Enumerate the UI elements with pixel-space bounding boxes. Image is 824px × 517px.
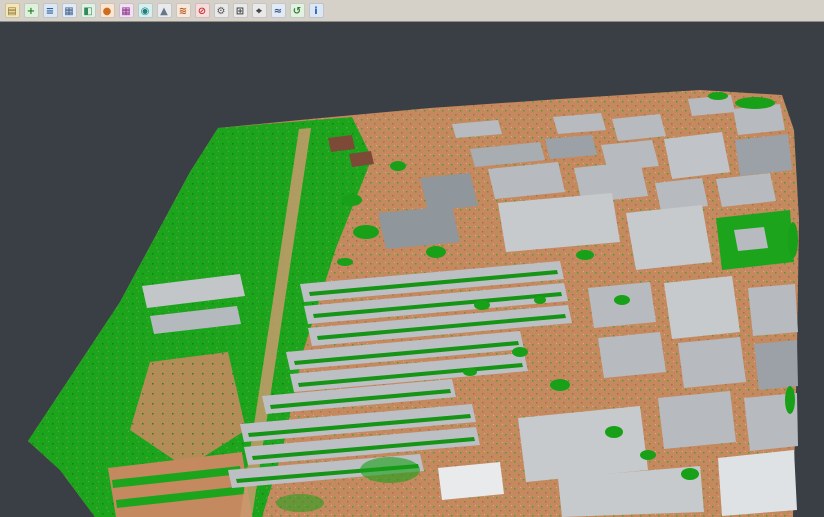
building (718, 450, 797, 516)
image-view-icon[interactable]: ◧ (79, 2, 97, 20)
profile-icon[interactable]: ≈ (269, 2, 287, 20)
globe-icon[interactable]: ◉ (136, 2, 154, 20)
tree-cluster (681, 468, 699, 480)
orbit-view-icon[interactable]: ↺ (288, 2, 306, 20)
building (378, 206, 460, 249)
toolbar: ▤ + ≡ ▦ ◧ ● ▦ ◉ ▲ ≋ ⊘ ⚙ ⊞ ⌖ ≈ ↺ i (0, 0, 824, 22)
info-icon-glyph: i (309, 3, 324, 18)
building (658, 391, 736, 449)
tree-cluster (534, 296, 546, 304)
tree-cluster (463, 368, 477, 376)
scene-svg (0, 22, 824, 517)
building (498, 193, 620, 252)
contour-icon[interactable]: ≋ (174, 2, 192, 20)
color-palette-icon-glyph: ● (100, 3, 115, 18)
contour-icon-glyph: ≋ (176, 3, 191, 18)
settings-icon[interactable]: ⚙ (212, 2, 230, 20)
scene-layer (28, 90, 799, 517)
tree-cluster (605, 426, 623, 438)
classification-icon-glyph: ▦ (119, 3, 134, 18)
tree-cluster (337, 258, 353, 266)
extent-icon[interactable]: ⊞ (231, 2, 249, 20)
tree-cluster (708, 92, 728, 100)
table-icon-glyph: ▦ (62, 3, 77, 18)
tree-cluster (785, 386, 795, 414)
color-palette-icon[interactable]: ● (98, 2, 116, 20)
add-data-icon-glyph: + (24, 3, 39, 18)
layers-icon-glyph: ≡ (43, 3, 58, 18)
open-folder-icon-glyph: ▤ (5, 3, 20, 18)
orbit-view-icon-glyph: ↺ (290, 3, 305, 18)
building (735, 134, 792, 176)
exclude-icon[interactable]: ⊘ (193, 2, 211, 20)
building (518, 406, 648, 482)
building (748, 284, 798, 336)
extent-icon-glyph: ⊞ (233, 3, 248, 18)
building (598, 332, 666, 378)
tree-cluster (353, 225, 379, 239)
tree-cluster (576, 250, 594, 260)
tree-cluster (614, 295, 630, 305)
open-folder-icon[interactable]: ▤ (3, 2, 21, 20)
building (754, 340, 798, 390)
profile-icon-glyph: ≈ (271, 3, 286, 18)
viewport-3d[interactable] (0, 22, 824, 517)
building (438, 462, 504, 500)
layers-icon[interactable]: ≡ (41, 2, 59, 20)
info-icon[interactable]: i (307, 2, 325, 20)
exclude-icon-glyph: ⊘ (195, 3, 210, 18)
crosshair-icon-glyph: ⌖ (252, 3, 267, 18)
tree-cluster (426, 246, 446, 258)
crosshair-icon[interactable]: ⌖ (250, 2, 268, 20)
building (716, 173, 776, 207)
add-data-icon[interactable]: + (22, 2, 40, 20)
tree-cluster (390, 161, 406, 171)
building (664, 276, 740, 339)
tree-cluster (342, 194, 362, 206)
building (545, 135, 597, 159)
building (678, 337, 746, 388)
table-icon[interactable]: ▦ (60, 2, 78, 20)
globe-icon-glyph: ◉ (138, 3, 153, 18)
building (664, 132, 730, 179)
classification-icon[interactable]: ▦ (117, 2, 135, 20)
building (420, 173, 478, 211)
barn-red-1 (328, 135, 355, 152)
tree-cluster (512, 347, 528, 357)
vegetation-scatter (360, 457, 420, 483)
tree-cluster (640, 450, 656, 460)
tree-cluster (788, 222, 798, 258)
tree-cluster (474, 300, 490, 310)
building (734, 227, 768, 251)
vegetation-scatter (276, 494, 324, 512)
tree-cluster (550, 379, 570, 391)
settings-icon-glyph: ⚙ (214, 3, 229, 18)
tin-mesh-icon[interactable]: ▲ (155, 2, 173, 20)
tin-mesh-icon-glyph: ▲ (157, 3, 172, 18)
image-view-icon-glyph: ◧ (81, 3, 96, 18)
building (626, 205, 712, 270)
tree-cluster (735, 97, 775, 109)
